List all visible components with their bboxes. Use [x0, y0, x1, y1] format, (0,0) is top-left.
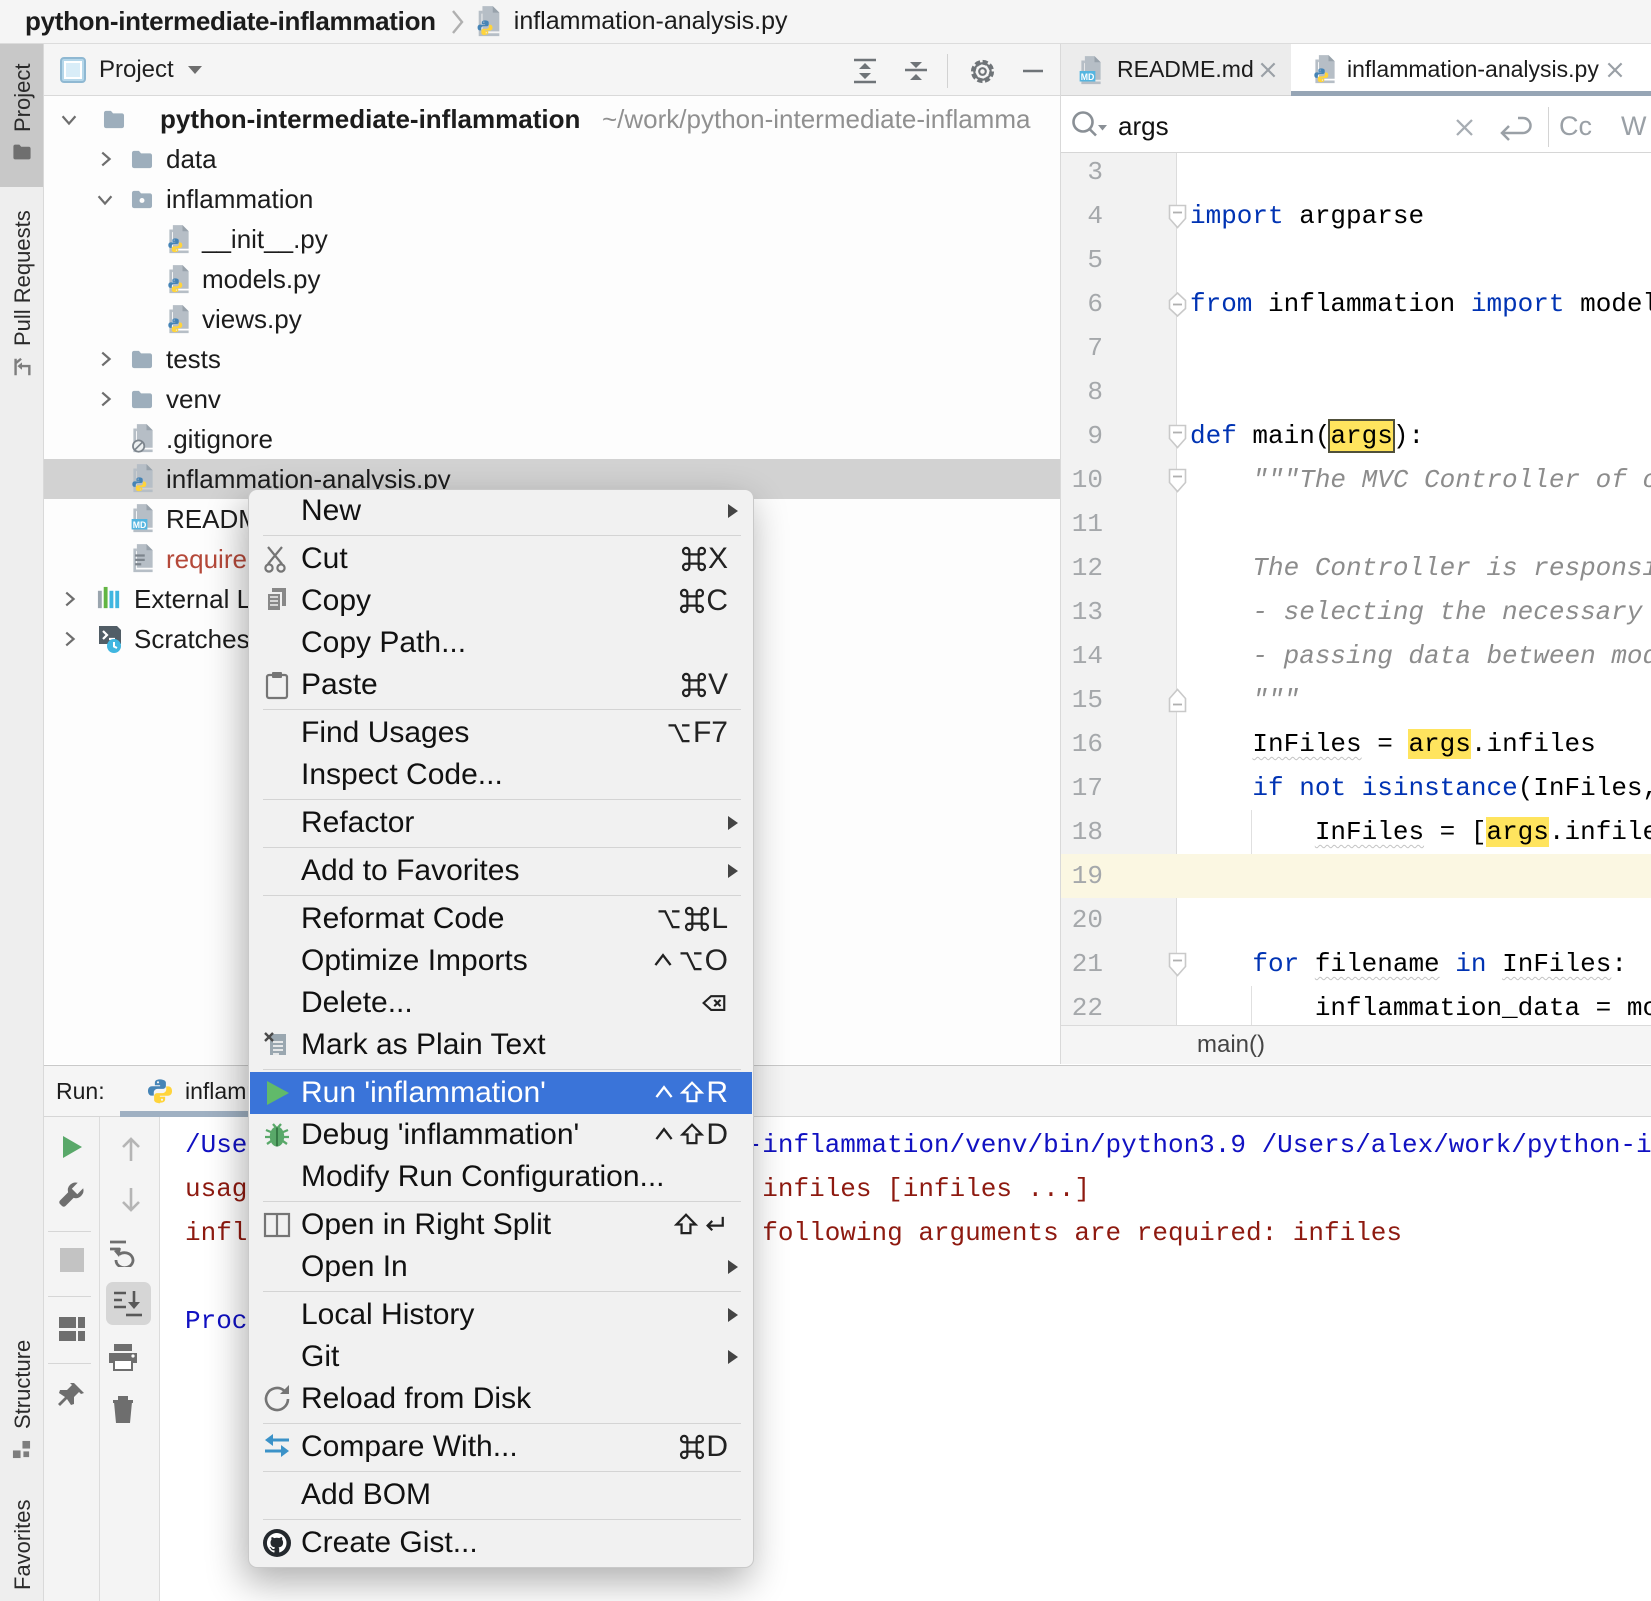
svg-text:MD: MD	[1081, 72, 1095, 82]
svg-text:MD: MD	[133, 520, 147, 530]
